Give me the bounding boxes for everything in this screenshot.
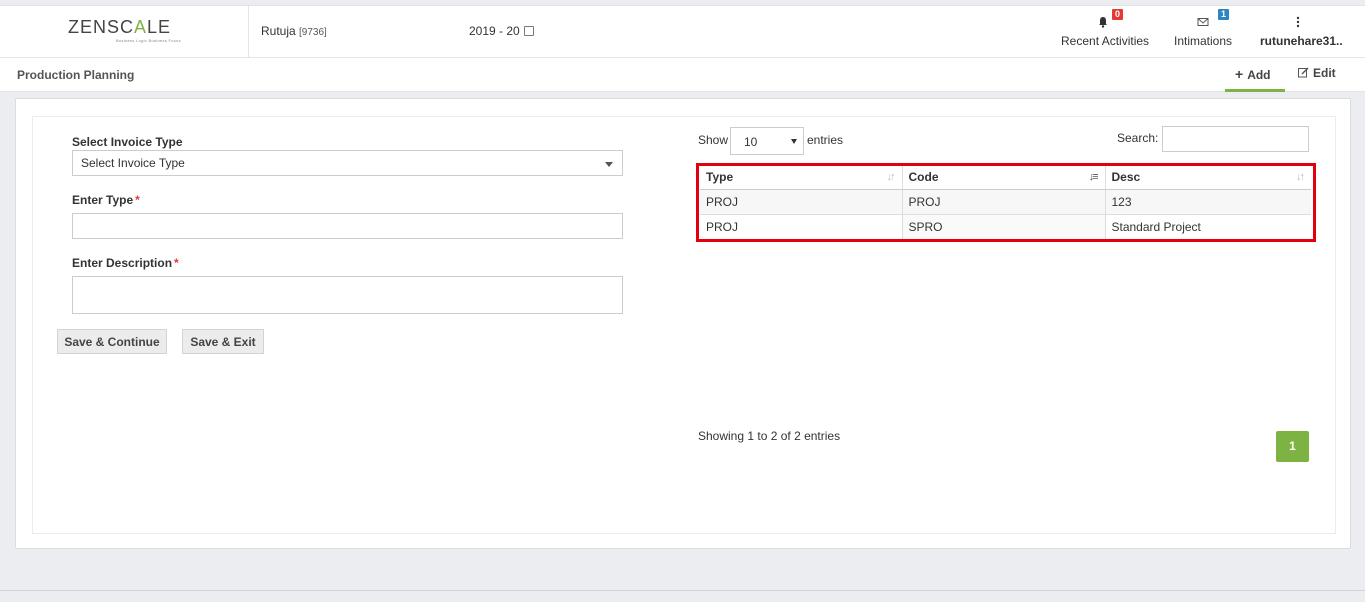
- type-label: Enter Type *: [72, 193, 140, 207]
- search-input[interactable]: [1162, 126, 1309, 152]
- save-continue-button[interactable]: Save & Continue: [57, 329, 167, 354]
- plus-icon: +: [1235, 66, 1244, 82]
- data-table-highlight: Type ↓↑ Code ↓≡ Desc ↓↑ PROJ PROJ 123 PROJ …: [696, 163, 1316, 242]
- table-cell: SPRO: [902, 214, 1106, 239]
- sort-ascending-icon: ↓≡: [1088, 171, 1099, 183]
- sort-icon: ↓↑: [1296, 171, 1305, 183]
- page-length-select[interactable]: 10: [730, 127, 804, 155]
- fiscal-year[interactable]: 2019 - 20: [469, 24, 534, 38]
- table-row[interactable]: PROJ PROJ 123: [700, 189, 1311, 215]
- user-menu-label: rutunehare31..: [1260, 34, 1343, 48]
- table-header-row: Type ↓↑ Code ↓≡ Desc ↓↑: [700, 166, 1311, 190]
- column-header-type[interactable]: Type ↓↑: [700, 166, 903, 190]
- table-cell: PROJ: [700, 189, 903, 215]
- type-input[interactable]: [72, 213, 623, 239]
- intimations[interactable]: 1 Intimations: [1174, 6, 1232, 58]
- description-label: Enter Description *: [72, 256, 179, 270]
- table-info: Showing 1 to 2 of 2 entries: [698, 429, 841, 443]
- top-navbar: ZENSCALE Business Logic Business Focus R…: [0, 5, 1365, 58]
- tab-edit[interactable]: Edit: [1298, 66, 1348, 92]
- recent-activities[interactable]: 0 Recent Activities: [1061, 6, 1150, 58]
- intimations-badge: 1: [1218, 9, 1229, 20]
- pagination-page-1[interactable]: 1: [1276, 431, 1309, 462]
- page-header: Production Planning + Add Edit: [0, 58, 1365, 92]
- edit-icon[interactable]: [523, 26, 534, 36]
- bell-icon: [1099, 17, 1107, 28]
- logo[interactable]: ZENSCALE Business Logic Business Focus: [0, 6, 249, 58]
- entries-label: entries: [807, 133, 844, 147]
- user-menu[interactable]: rutunehare31..: [1260, 6, 1343, 58]
- edit-icon: [1298, 67, 1309, 78]
- table-row[interactable]: PROJ SPRO Standard Project: [700, 214, 1311, 239]
- envelope-icon: [1197, 18, 1209, 26]
- data-table: Type ↓↑ Code ↓≡ Desc ↓↑ PROJ PROJ 123 PROJ …: [700, 166, 1311, 239]
- chevron-down-icon: [605, 162, 613, 167]
- divider: [0, 590, 1365, 591]
- tab-add[interactable]: + Add: [1225, 66, 1285, 92]
- table-cell: PROJ: [700, 214, 903, 239]
- search-label: Search:: [1117, 131, 1159, 145]
- sort-icon: ↓↑: [886, 171, 896, 183]
- column-header-code[interactable]: Code ↓≡: [902, 166, 1106, 190]
- kebab-menu-icon: [1296, 16, 1299, 28]
- invoice-type-label: Select Invoice Type: [72, 135, 183, 149]
- save-exit-button[interactable]: Save & Exit: [182, 329, 264, 354]
- table-cell: 123: [1105, 189, 1311, 215]
- recent-activities-badge: 0: [1112, 9, 1123, 20]
- table-cell: PROJ: [902, 189, 1106, 215]
- invoice-type-select[interactable]: Select Invoice Type: [72, 150, 623, 176]
- current-user: Rutuja [9736]: [261, 24, 327, 38]
- page-title: Production Planning: [17, 68, 135, 82]
- intimations-label: Intimations: [1174, 34, 1233, 48]
- chevron-down-icon: [791, 139, 797, 144]
- logo-tagline: Business Logic Business Focus: [116, 38, 181, 43]
- show-label: Show: [698, 133, 729, 147]
- description-textarea[interactable]: [72, 276, 623, 314]
- column-header-desc[interactable]: Desc ↓↑: [1105, 166, 1311, 190]
- recent-activities-label: Recent Activities: [1061, 34, 1150, 48]
- table-cell: Standard Project: [1111, 219, 1201, 234]
- logo-wordmark: ZENSCALE: [68, 17, 172, 37]
